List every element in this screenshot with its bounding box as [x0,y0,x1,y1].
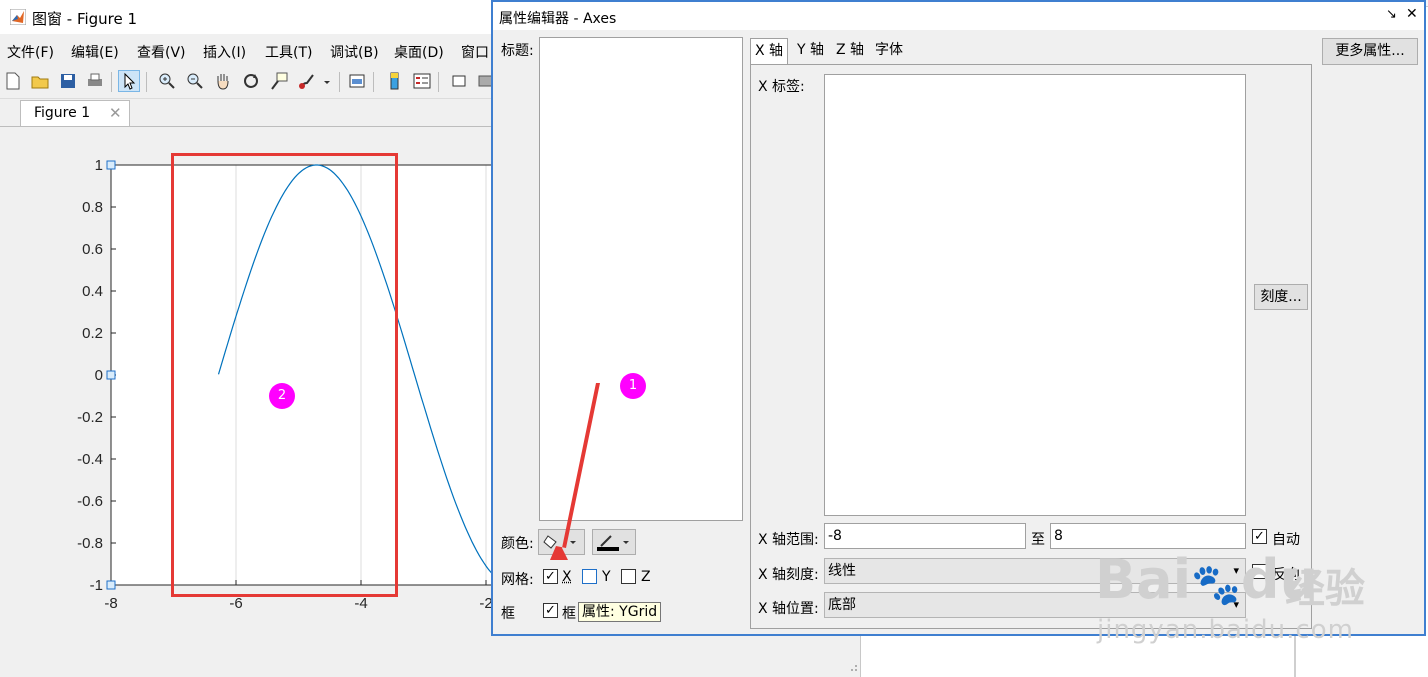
x-range-label: X 轴范围: [758,532,819,548]
legend-icon[interactable] [411,70,433,92]
selection-handle [106,160,116,170]
x-range-max-input[interactable]: 8 [1050,523,1246,549]
y-tick-label: 1 [95,157,103,174]
x-scale-value: 线性 [828,563,856,579]
menu-edit[interactable]: 编辑(E) [71,42,119,62]
property-editor-title-bar: 属性编辑器 - Axes ↘ ✕ [493,2,1424,30]
rotate-3d-icon[interactable] [240,70,262,92]
pen-color-icon [597,535,629,551]
open-folder-icon[interactable] [29,70,51,92]
tab-figure-1[interactable]: Figure 1 ✕ [20,100,130,126]
menu-debug[interactable]: 调试(B) [330,42,379,62]
menu-window[interactable]: 窗口 [461,42,489,62]
figure-window-title: 图窗 - Figure 1 [32,10,138,28]
close-icon[interactable]: ✕ [1406,6,1418,22]
tab-x-axis[interactable]: X 轴 [750,38,789,64]
watermark-url: jingyan.baidu.com [1097,615,1354,645]
link-plot-icon[interactable] [346,70,368,92]
y-tick-label: 0.2 [82,325,103,342]
data-cursor-icon[interactable] [268,70,290,92]
paint-bucket-icon [542,535,576,549]
selection-handle [106,370,116,380]
grid-x-checkbox[interactable]: ✓ [543,569,558,584]
tooltip-ygrid: 属性: YGrid [578,602,662,622]
y-tick-label: -0.6 [77,493,103,510]
menu-tools[interactable]: 工具(T) [265,42,312,62]
pointer-edit-icon[interactable] [118,70,140,92]
selection-handle [106,580,116,590]
y-tick-label: -1 [90,577,103,594]
tab-z-axis[interactable]: Z 轴 [832,38,868,64]
auto-label: 自动 [1272,532,1300,548]
paw-icon: 🐾 [1191,562,1241,608]
tab-figure-1-label: Figure 1 [34,105,91,121]
annotation-badge-2: 2 [269,383,295,409]
y-tick-label: -0.8 [77,535,103,552]
x-tick-label: -6 [229,595,242,612]
title-input[interactable] [539,37,743,521]
menu-view[interactable]: 查看(V) [137,42,186,62]
grid-z-label: Z [641,569,651,585]
colorbar-icon[interactable] [383,70,405,92]
grid-label: 网格: [501,572,534,588]
grid-z-checkbox[interactable] [621,569,636,584]
grid-x-label: X [562,569,572,585]
x-label-caption: X 标签: [758,79,805,95]
x-location-label: X 轴位置: [758,601,819,617]
x-tick-label: -8 [104,595,117,612]
face-color-button[interactable] [538,529,585,555]
x-tick-label: -4 [354,595,367,612]
brush-dropdown-icon[interactable] [320,70,334,92]
box-label: 框 [501,606,515,622]
undock-icon[interactable]: ↘ [1386,7,1397,22]
to-label: 至 [1031,532,1045,548]
x-location-value: 底部 [828,597,856,613]
ticks-button[interactable]: 刻度... [1254,284,1308,310]
auto-range-checkbox[interactable]: ✓ [1252,529,1267,544]
annotation-highlight-box [171,153,398,597]
new-figure-icon[interactable] [2,70,24,92]
menu-desktop[interactable]: 桌面(D) [394,42,444,62]
resize-grip-icon[interactable] [846,660,858,672]
grid-y-checkbox[interactable] [582,569,597,584]
x-label-input[interactable] [824,74,1246,516]
print-icon[interactable] [84,70,106,92]
zoom-in-icon[interactable] [156,70,178,92]
more-properties-button[interactable]: 更多属性... [1322,38,1418,65]
y-tick-label: 0.6 [82,241,103,258]
y-tick-label: -0.4 [77,451,103,468]
y-tick-label: 0 [95,367,103,384]
property-editor-title: 属性编辑器 - Axes [499,11,617,27]
y-tick-label: -0.2 [77,409,103,426]
tab-font[interactable]: 字体 [871,38,907,64]
watermark-brand-bai: Bai [1095,548,1192,611]
save-icon[interactable] [57,70,79,92]
menu-file[interactable]: 文件(F) [7,42,54,62]
matlab-logo-icon [10,9,26,25]
box-checkbox-label: 框 [562,606,576,622]
watermark-brand-cn: 经验 [1285,566,1365,612]
box-checkbox[interactable]: ✓ [543,603,558,618]
pan-hand-icon[interactable] [212,70,234,92]
title-label: 标题: [501,43,534,59]
annotation-badge-1: 1 [620,373,646,399]
color-label: 颜色: [501,536,534,552]
grid-y-label: Y [602,569,611,585]
tab-close-icon[interactable]: ✕ [109,104,122,122]
edge-color-button[interactable] [592,529,636,555]
tab-y-axis[interactable]: Y 轴 [793,38,828,64]
brush-icon[interactable] [296,70,318,92]
x-scale-label: X 轴刻度: [758,567,819,583]
y-tick-label: 0.8 [82,199,103,216]
hide-tools-icon[interactable] [448,70,470,92]
y-tick-label: 0.4 [82,283,103,300]
zoom-out-icon[interactable] [184,70,206,92]
property-editor-window: 属性编辑器 - Axes ↘ ✕ 标题: 颜色: 网格: ✓ X Y Z 框 ✓… [491,0,1426,636]
x-range-min-input[interactable]: -8 [824,523,1026,549]
menu-insert[interactable]: 插入(I) [203,42,246,62]
